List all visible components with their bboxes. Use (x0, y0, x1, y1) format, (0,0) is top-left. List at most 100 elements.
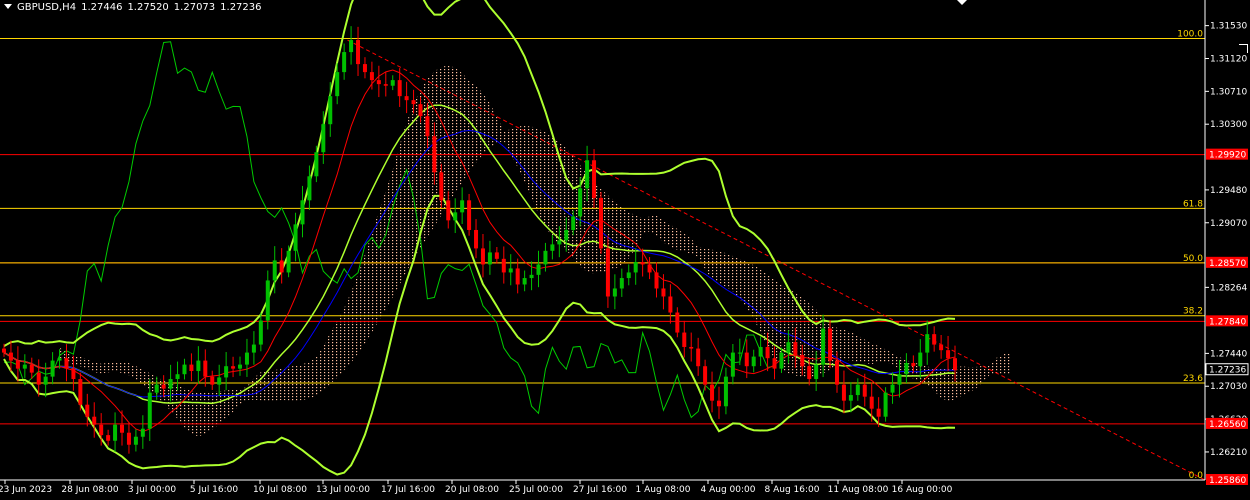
candle-body[interactable] (453, 212, 458, 221)
candle-body[interactable] (654, 272, 659, 289)
candle-body[interactable] (251, 344, 256, 353)
candle-body[interactable] (189, 364, 194, 372)
candle-body[interactable] (342, 52, 347, 73)
candle-body[interactable] (404, 96, 409, 101)
candle-body[interactable] (92, 416, 97, 425)
candle-body[interactable] (231, 366, 236, 369)
candle-body[interactable] (744, 352, 749, 367)
candle-body[interactable] (432, 136, 437, 173)
candle-body[interactable] (772, 358, 777, 369)
candle-body[interactable] (474, 229, 479, 249)
candle-body[interactable] (2, 348, 6, 353)
candle-body[interactable] (786, 342, 791, 353)
candle-body[interactable] (85, 404, 90, 417)
candle-body[interactable] (376, 80, 381, 85)
candle-body[interactable] (196, 360, 201, 372)
candle-body[interactable] (716, 400, 721, 407)
candle-body[interactable] (182, 364, 187, 375)
candle-body[interactable] (918, 352, 923, 367)
candle-body[interactable] (272, 260, 277, 281)
candle-body[interactable] (238, 364, 243, 369)
candle-body[interactable] (925, 334, 930, 353)
candle-body[interactable] (487, 252, 492, 265)
candle-body[interactable] (356, 40, 361, 65)
candle-body[interactable] (494, 252, 499, 259)
candle-body[interactable] (529, 274, 534, 279)
candle-body[interactable] (578, 188, 583, 217)
candle-body[interactable] (647, 264, 652, 273)
candle-body[interactable] (335, 72, 340, 97)
candle-body[interactable] (682, 332, 687, 347)
candle-body[interactable] (633, 262, 638, 273)
candle-body[interactable] (668, 296, 673, 313)
candle-body[interactable] (737, 352, 742, 354)
candle-body[interactable] (807, 366, 812, 380)
candle-body[interactable] (883, 392, 888, 417)
candle-body[interactable] (106, 435, 111, 441)
candle-body[interactable] (696, 348, 701, 367)
candle-body[interactable] (897, 374, 902, 385)
candle-body[interactable] (848, 395, 853, 401)
candle-body[interactable] (57, 358, 62, 361)
candle-body[interactable] (161, 384, 166, 389)
candle-body[interactable] (480, 248, 485, 265)
candle-body[interactable] (522, 278, 527, 285)
candle-body[interactable] (703, 366, 708, 385)
candle-body[interactable] (43, 376, 48, 385)
candle-body[interactable] (439, 172, 444, 201)
candle-body[interactable] (758, 346, 763, 357)
candle-body[interactable] (369, 72, 374, 81)
candle-body[interactable] (543, 250, 548, 265)
candle-body[interactable] (515, 268, 520, 285)
candle-body[interactable] (536, 264, 541, 275)
candle-body[interactable] (126, 432, 131, 445)
candle-body[interactable] (592, 160, 597, 198)
candle-body[interactable] (362, 64, 367, 73)
candle-body[interactable] (953, 358, 957, 371)
candle-body[interactable] (814, 364, 819, 380)
candle-body[interactable] (99, 424, 104, 436)
candle-body[interactable] (418, 104, 423, 117)
candle-body[interactable] (765, 346, 770, 359)
candle-body[interactable] (821, 328, 826, 365)
candle-body[interactable] (460, 200, 465, 213)
candle-body[interactable] (210, 376, 215, 385)
candle-body[interactable] (397, 80, 402, 97)
candle-body[interactable] (29, 364, 34, 373)
candle-body[interactable] (113, 424, 118, 441)
candle-body[interactable] (876, 408, 881, 417)
candle-body[interactable] (689, 346, 694, 349)
candle-body[interactable] (890, 384, 895, 393)
candle-body[interactable] (300, 200, 305, 225)
candle-body[interactable] (321, 124, 326, 153)
price-chart[interactable]: 100.061.850.038.223.60.01.315301.311201.… (0, 0, 1250, 500)
candle-body[interactable] (834, 360, 839, 385)
candle-body[interactable] (244, 352, 249, 365)
candle-body[interactable] (564, 229, 569, 241)
candle-body[interactable] (71, 368, 76, 380)
candle-body[interactable] (175, 374, 180, 380)
candle-body[interactable] (147, 392, 152, 429)
candle-body[interactable] (328, 96, 333, 125)
candle-body[interactable] (467, 200, 472, 230)
candle-body[interactable] (120, 424, 125, 433)
candle-body[interactable] (904, 363, 909, 375)
candle-body[interactable] (612, 288, 617, 297)
candle-body[interactable] (932, 334, 937, 345)
candle-body[interactable] (730, 352, 735, 377)
candle-body[interactable] (585, 160, 590, 189)
candle-body[interactable] (793, 342, 798, 355)
candle-body[interactable] (15, 360, 20, 369)
candle-body[interactable] (723, 376, 728, 407)
candle-body[interactable] (619, 278, 624, 289)
candle-body[interactable] (390, 80, 395, 86)
candle-body[interactable] (64, 358, 69, 369)
candle-body[interactable] (571, 216, 576, 230)
candle-body[interactable] (217, 377, 222, 385)
candle-body[interactable] (168, 379, 173, 389)
candle-body[interactable] (293, 224, 298, 251)
candle-body[interactable] (598, 197, 603, 249)
candle-body[interactable] (946, 350, 951, 359)
candle-body[interactable] (411, 100, 416, 105)
candle-body[interactable] (279, 260, 284, 273)
